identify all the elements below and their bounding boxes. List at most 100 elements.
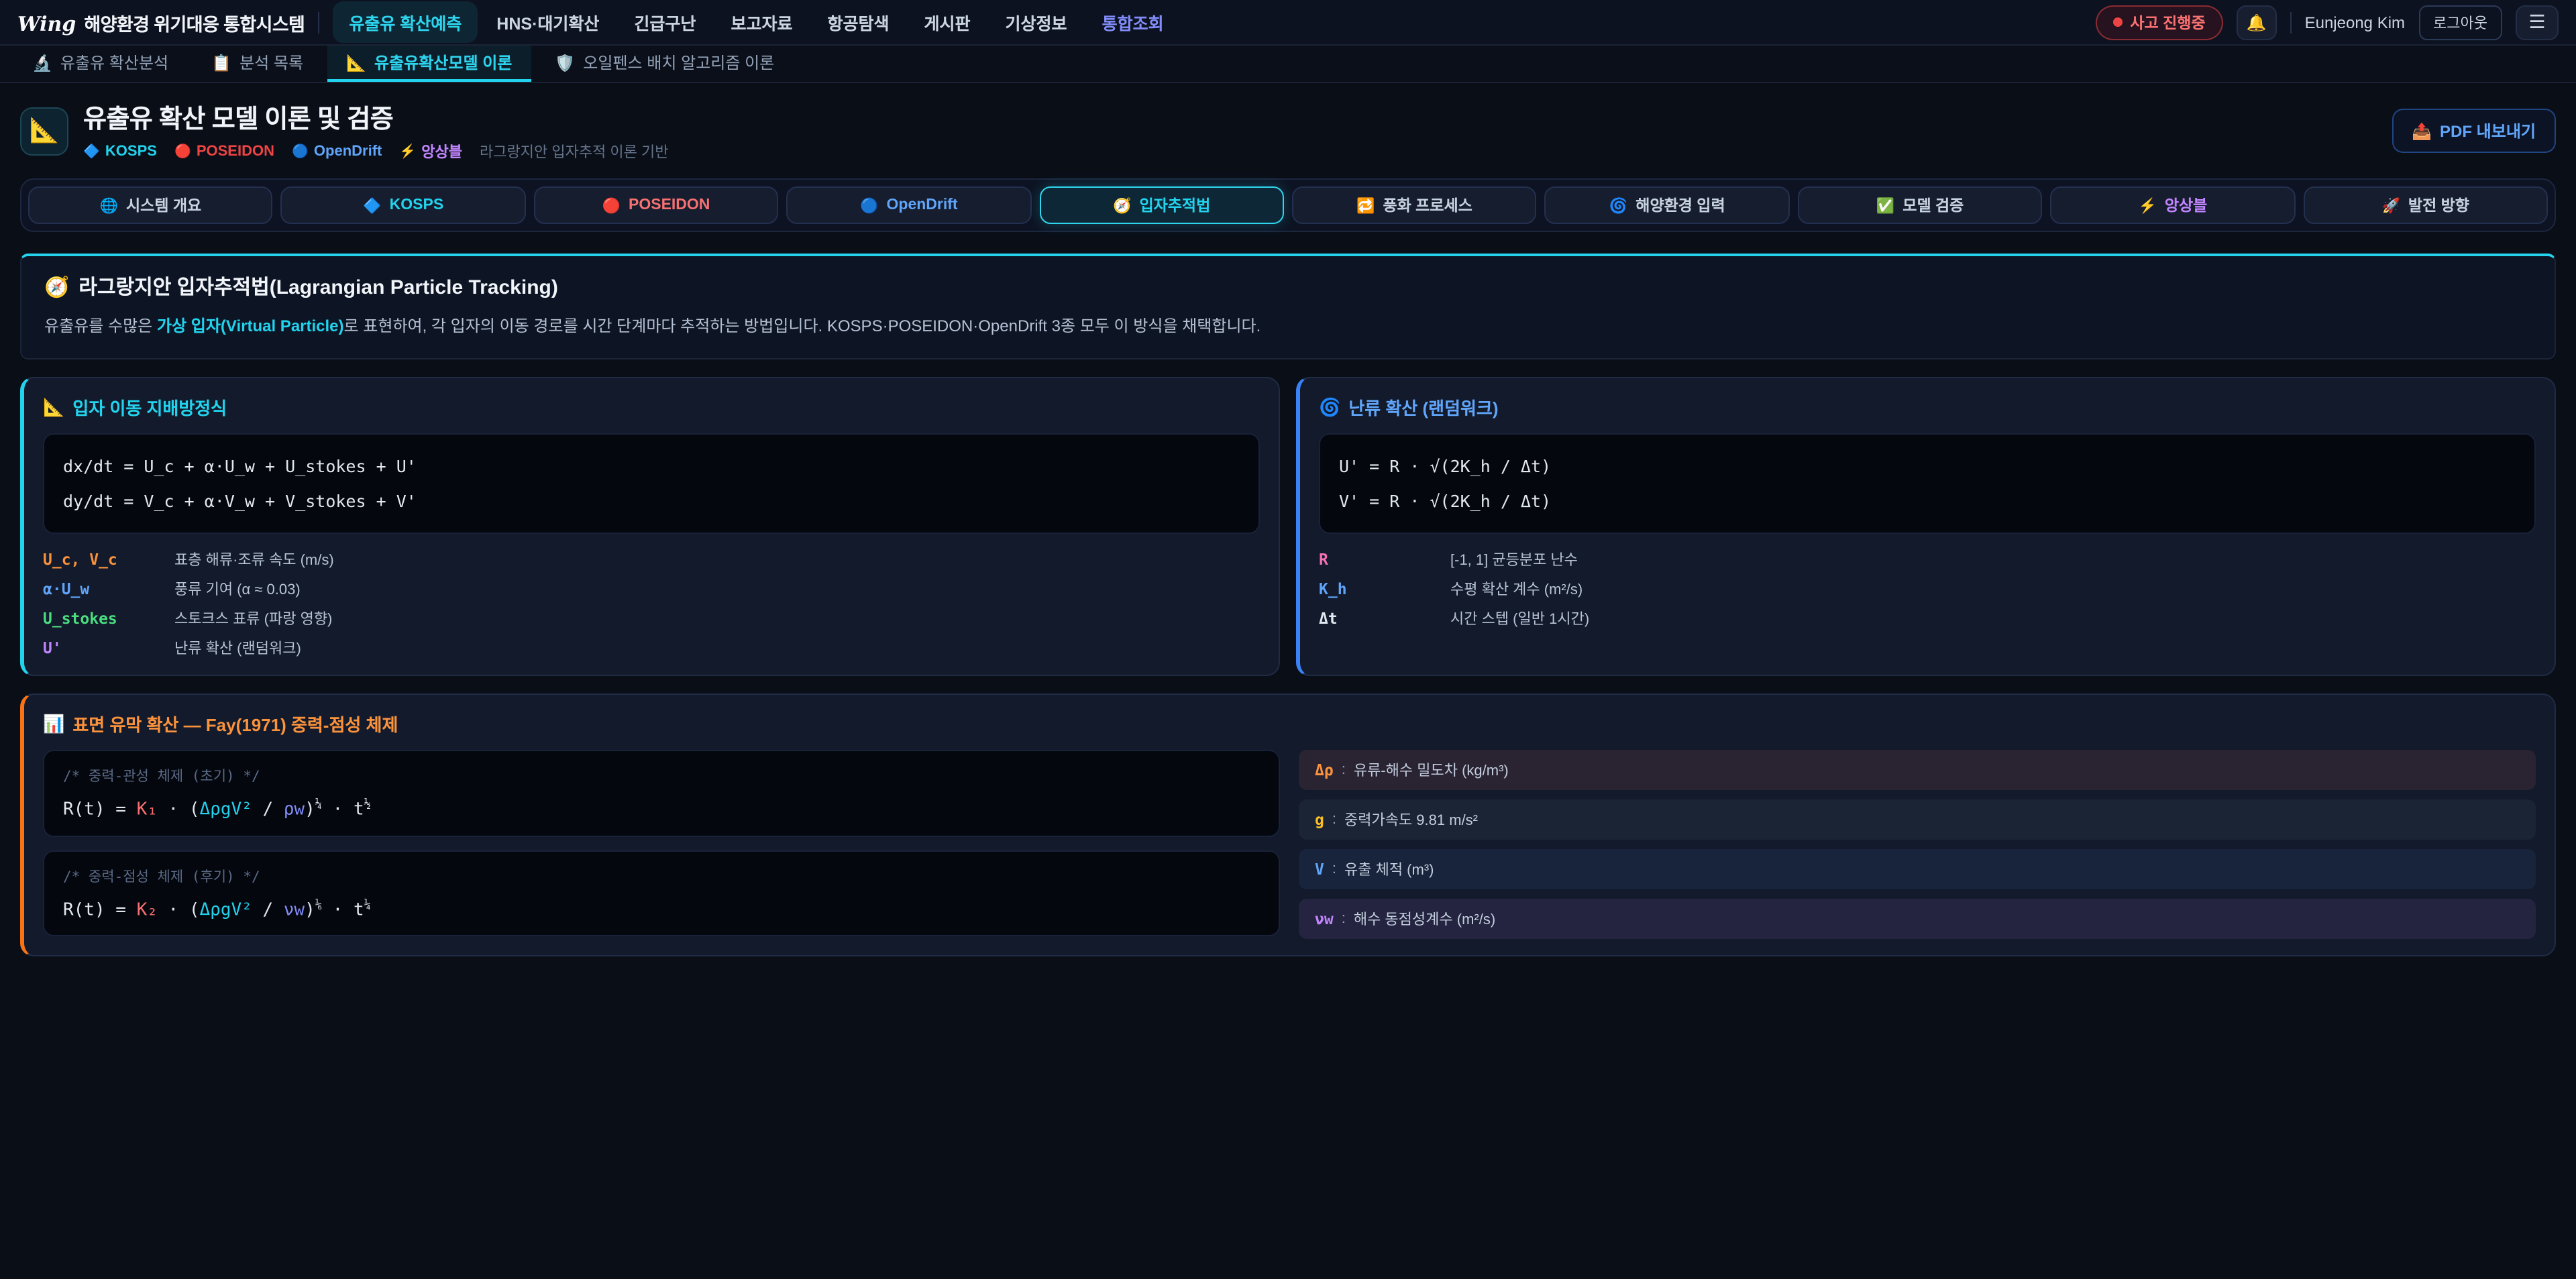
topic-chip-icon: 🔵 bbox=[860, 197, 878, 214]
page-badge-row: 🔷 KOSPS 🔴 POSEIDON 🔵 OpenDrift ⚡ 앙상블 라그 bbox=[83, 141, 669, 162]
topic-chip[interactable]: 🚀 발전 방향 bbox=[2303, 186, 2548, 224]
app-logo: Wing 해양환경 위기대응 통합시스템 bbox=[17, 9, 305, 36]
topic-chip-icon: 🌀 bbox=[1609, 197, 1627, 214]
topic-chip[interactable]: ⚡ 앙상블 bbox=[2051, 186, 2296, 224]
main-nav-item[interactable]: 보고자료 bbox=[714, 1, 808, 43]
topic-chip-label: POSEIDON bbox=[629, 197, 710, 213]
topic-chip-label: OpenDrift bbox=[887, 197, 958, 213]
model-badge-label: POSEIDON bbox=[197, 144, 274, 160]
param-colon: : bbox=[1332, 862, 1336, 878]
pdf-export-label: PDF 내보내기 bbox=[2440, 119, 2536, 142]
legend-row: U_c, V_c 표층 해류·조류 속도 (m/s) bbox=[43, 549, 1260, 571]
page-subtitle: 라그랑지안 입자추적 이론 기반 bbox=[480, 141, 668, 162]
user-name: Eunjeong Kim bbox=[2305, 13, 2405, 32]
notifications-button[interactable]: 🔔 bbox=[2237, 5, 2277, 40]
formula-part: R(t) = bbox=[63, 801, 137, 821]
card-title-text: 표면 유막 확산 — Fay(1971) 중력-점성 체제 bbox=[72, 712, 398, 737]
formula-part: ¼ bbox=[315, 799, 322, 812]
incident-status-badge[interactable]: 사고 진행중 bbox=[2095, 5, 2222, 40]
formula-part: νw bbox=[284, 900, 305, 920]
topic-chipbar: 🌐 시스템 개요 🔷 KOSPS 🔴 POSEIDON 🔵 OpenDrift … bbox=[20, 178, 2556, 232]
logo-mark-icon: Wing bbox=[17, 11, 76, 36]
topic-chip-icon: ⚡ bbox=[2138, 197, 2156, 214]
app-root: Wing 해양환경 위기대응 통합시스템 유출유 확산예측HNS·대기확산긴급구… bbox=[0, 0, 2576, 1279]
turbulence-card: 🌀 난류 확산 (랜덤워크) U' = R · √(2K_h / Δt)V' =… bbox=[1296, 377, 2556, 677]
code-line: U' = R · √(2K_h / Δt) bbox=[1339, 449, 2516, 484]
sub-tab[interactable]: 🔬 유출유 확산분석 bbox=[13, 46, 187, 82]
topic-chip[interactable]: 🔁 풍화 프로세스 bbox=[1292, 186, 1537, 224]
main-nav-item[interactable]: HNS·대기확산 bbox=[480, 1, 615, 43]
param-row: νw : 해수 동점성계수 (m²/s) bbox=[1299, 899, 2536, 940]
topic-chip[interactable]: 🌐 시스템 개요 bbox=[28, 186, 273, 224]
param-desc: 유류-해수 밀도차 (kg/m³) bbox=[1354, 760, 1509, 781]
param-row: g : 중력가속도 9.81 m/s² bbox=[1299, 800, 2536, 840]
topic-chip-label: 시스템 개요 bbox=[126, 194, 201, 216]
model-badge-label: 앙상블 bbox=[421, 141, 462, 162]
main-nav-item[interactable]: 기상정보 bbox=[989, 1, 1083, 43]
topic-chip[interactable]: 🧭 입자추적법 bbox=[1039, 186, 1284, 224]
sub-tab[interactable]: 📐 유출유확산모델 이론 bbox=[327, 46, 531, 82]
topic-chip-icon: 🚀 bbox=[2382, 197, 2400, 214]
menu-button[interactable]: ☰ bbox=[2516, 5, 2559, 40]
sub-tab[interactable]: 📋 분석 목록 bbox=[193, 46, 322, 82]
sub-tab-icon: 📐 bbox=[346, 53, 366, 72]
topic-chip-icon: 🔴 bbox=[602, 197, 621, 214]
code-line: V' = R · √(2K_h / Δt) bbox=[1339, 484, 2516, 518]
pdf-export-button[interactable]: 📤 PDF 내보내기 bbox=[2392, 109, 2556, 153]
fay-card-title: 📊 표면 유막 확산 — Fay(1971) 중력-점성 체제 bbox=[43, 712, 2536, 737]
legend-row: Δt 시간 스텝 (일반 1시간) bbox=[1319, 608, 2536, 630]
param-desc: 중력가속도 9.81 m/s² bbox=[1344, 810, 1478, 831]
turbulence-card-title: 🌀 난류 확산 (랜덤워크) bbox=[1319, 394, 2536, 420]
model-badges: 🔷 KOSPS 🔴 POSEIDON 🔵 OpenDrift ⚡ 앙상블 bbox=[83, 141, 462, 162]
logout-button[interactable]: 로그아웃 bbox=[2418, 5, 2502, 40]
topic-chip[interactable]: 🔵 OpenDrift bbox=[786, 186, 1031, 224]
legend-desc: 시간 스텝 (일반 1시간) bbox=[1450, 608, 1589, 630]
sub-tab-icon: 🔬 bbox=[32, 53, 52, 72]
compass-icon: 🧭 bbox=[44, 274, 69, 298]
fay-param-column: Δρ : 유류-해수 밀도차 (kg/m³) g : 중력가속도 9.81 m/… bbox=[1299, 750, 2536, 940]
section-description: 유출유를 수많은 가상 입자(Virtual Particle)로 표현하여, … bbox=[44, 314, 2532, 339]
governing-code-block: dx/dt = U_c + α·U_w + U_stokes + U'dy/dt… bbox=[43, 433, 1260, 535]
sub-tab-label: 유출유 확산분석 bbox=[60, 51, 168, 74]
legend-desc: 표층 해류·조류 속도 (m/s) bbox=[174, 549, 334, 571]
main-nav-item[interactable]: 유출유 확산예측 bbox=[333, 1, 478, 43]
topic-chip[interactable]: 🔷 KOSPS bbox=[281, 186, 526, 224]
topic-chip[interactable]: 🌀 해양환경 입력 bbox=[1545, 186, 1790, 224]
main-nav-item[interactable]: 긴급구난 bbox=[618, 1, 712, 43]
param-desc: 유출 체적 (m³) bbox=[1344, 859, 1434, 881]
legend-term: Δt bbox=[1319, 610, 1450, 628]
main-nav-item[interactable]: 항공탐색 bbox=[811, 1, 905, 43]
bell-icon: 🔔 bbox=[2247, 13, 2267, 32]
desc-text: 유출유를 수많은 bbox=[44, 317, 157, 335]
governing-card-title: 📐 입자 이동 지배방정식 bbox=[43, 394, 1260, 420]
desc-highlight: 가상 입자(Virtual Particle) bbox=[157, 317, 344, 335]
fay-code-block: /* 중력-관성 체제 (초기) */ R(t) = K₁ · (ΔρgV² /… bbox=[43, 750, 1280, 837]
formula-line: R(t) = K₁ · (ΔρgV² / ρw)¼ · t½ bbox=[63, 799, 1260, 821]
legend-desc: 난류 확산 (랜덤워크) bbox=[174, 638, 301, 659]
model-badge-label: OpenDrift bbox=[314, 144, 382, 160]
code-line: dy/dt = V_c + α·V_w + V_stokes + V' bbox=[63, 484, 1240, 518]
topic-chip-icon: 🔁 bbox=[1356, 197, 1375, 214]
turbulence-code-block: U' = R · √(2K_h / Δt)V' = R · √(2K_h / Δ… bbox=[1319, 433, 2536, 535]
code-comment: /* 중력-관성 체제 (초기) */ bbox=[63, 767, 1260, 787]
topic-chip-icon: 🔷 bbox=[363, 197, 381, 214]
topic-chip-label: 앙상블 bbox=[2165, 194, 2208, 216]
formula-part: ΔρgV² bbox=[200, 900, 252, 920]
topic-chip[interactable]: 🔴 POSEIDON bbox=[534, 186, 779, 224]
topic-chip[interactable]: ✅ 모델 검증 bbox=[1798, 186, 2043, 224]
topic-chip-label: 모델 검증 bbox=[1902, 194, 1964, 216]
desc-text: 로 표현하여, 각 입자의 이동 경로를 시간 단계마다 추적하는 방법입니다.… bbox=[344, 317, 1261, 335]
formula-part: K₂ bbox=[137, 900, 158, 920]
topic-chip-label: 해양환경 입력 bbox=[1635, 194, 1725, 216]
main-nav-item[interactable]: 게시판 bbox=[908, 1, 987, 43]
card-title-text: 난류 확산 (랜덤워크) bbox=[1348, 394, 1498, 420]
main-nav: 유출유 확산예측HNS·대기확산긴급구난보고자료항공탐색게시판기상정보통합조회 bbox=[333, 1, 1179, 43]
fay-spreading-card: 📊 표면 유막 확산 — Fay(1971) 중력-점성 체제 /* 중력-관성… bbox=[20, 694, 2556, 957]
sub-tab-icon: 🛡️ bbox=[555, 53, 575, 72]
code-comment: /* 중력-점성 체제 (후기) */ bbox=[63, 867, 1260, 887]
sub-tab[interactable]: 🛡️ 오일펜스 배치 알고리즘 이론 bbox=[536, 46, 793, 82]
main-nav-item[interactable]: 통합조회 bbox=[1086, 1, 1180, 43]
param-term: νw bbox=[1315, 910, 1334, 929]
legend-row: α·U_w 풍류 기여 (α ≈ 0.03) bbox=[43, 579, 1260, 600]
hamburger-icon: ☰ bbox=[2528, 11, 2545, 34]
